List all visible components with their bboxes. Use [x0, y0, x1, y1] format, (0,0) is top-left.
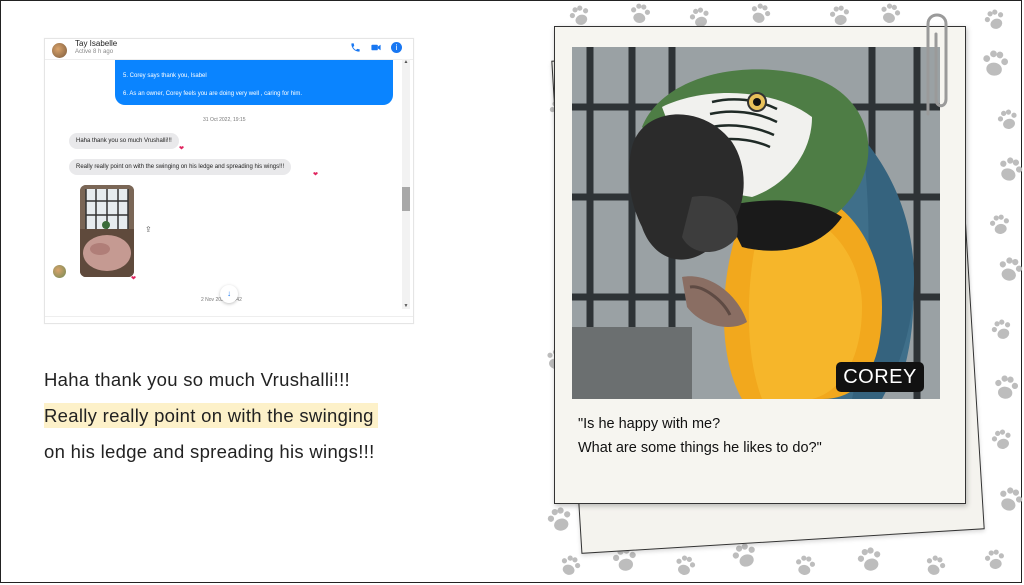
share-icon[interactable]: ⇪: [145, 225, 152, 234]
quote-line-highlighted: Really really point on with the swinging: [44, 403, 378, 428]
contact-avatar[interactable]: [52, 43, 67, 58]
name-tag: COREY: [836, 362, 924, 392]
message-timestamp: 31 Oct 2022, 19:15: [203, 117, 246, 123]
scroll-down-arrow-icon[interactable]: ▼: [402, 303, 410, 309]
heart-reaction-icon: ❤: [131, 276, 137, 282]
chat-scrollbar[interactable]: ▲ ▼: [402, 59, 410, 309]
heart-reaction-icon: ❤: [313, 172, 319, 178]
incoming-message-bubble[interactable]: Really really point on with the swinging…: [69, 159, 292, 175]
scroll-thumb[interactable]: [402, 187, 410, 211]
caption-line: What are some things he likes to do?": [578, 440, 822, 456]
info-icon[interactable]: i: [391, 42, 402, 53]
polaroid-caption: "Is he happy with me? What are some thin…: [578, 412, 822, 460]
outgoing-message-line: 6. As an owner, Corey feels you are doin…: [123, 91, 303, 97]
quote-text: Haha thank you so much Vrushalli!!! Real…: [44, 362, 378, 470]
caption-line: "Is he happy with me?: [578, 416, 721, 432]
message-text: Haha thank you so much Vrushalli!!!: [76, 138, 172, 144]
message-composer[interactable]: [45, 316, 413, 323]
contact-status: Active 8 h ago: [75, 49, 114, 55]
contact-name[interactable]: Tay Isabelle: [75, 39, 117, 48]
messenger-screenshot: 5. Corey says thank you, Isabel 6. As an…: [44, 38, 414, 324]
paperclip-icon: [926, 13, 948, 116]
scroll-up-arrow-icon[interactable]: ▲: [402, 59, 410, 65]
arrow-down-icon: ↓: [227, 289, 231, 298]
incoming-message-bubble[interactable]: Haha thank you so much Vrushalli!!!: [69, 133, 179, 149]
chat-header: Tay Isabelle Active 8 h ago i: [45, 39, 413, 60]
scroll-down-button[interactable]: ↓: [220, 285, 238, 303]
video-icon[interactable]: [370, 42, 382, 54]
phone-icon[interactable]: [349, 42, 361, 54]
parrot-photo: [572, 47, 940, 399]
outgoing-message-line: 5. Corey says thank you, Isabel: [123, 73, 207, 79]
quote-line: on his ledge and spreading his wings!!!: [44, 441, 375, 462]
quote-line: Haha thank you so much Vrushalli!!!: [44, 369, 350, 390]
contact-avatar-small: [53, 265, 66, 278]
shared-photo[interactable]: [80, 185, 134, 277]
heart-reaction-icon: ❤: [179, 146, 185, 152]
message-text: Really really point on with the swinging…: [76, 164, 285, 170]
